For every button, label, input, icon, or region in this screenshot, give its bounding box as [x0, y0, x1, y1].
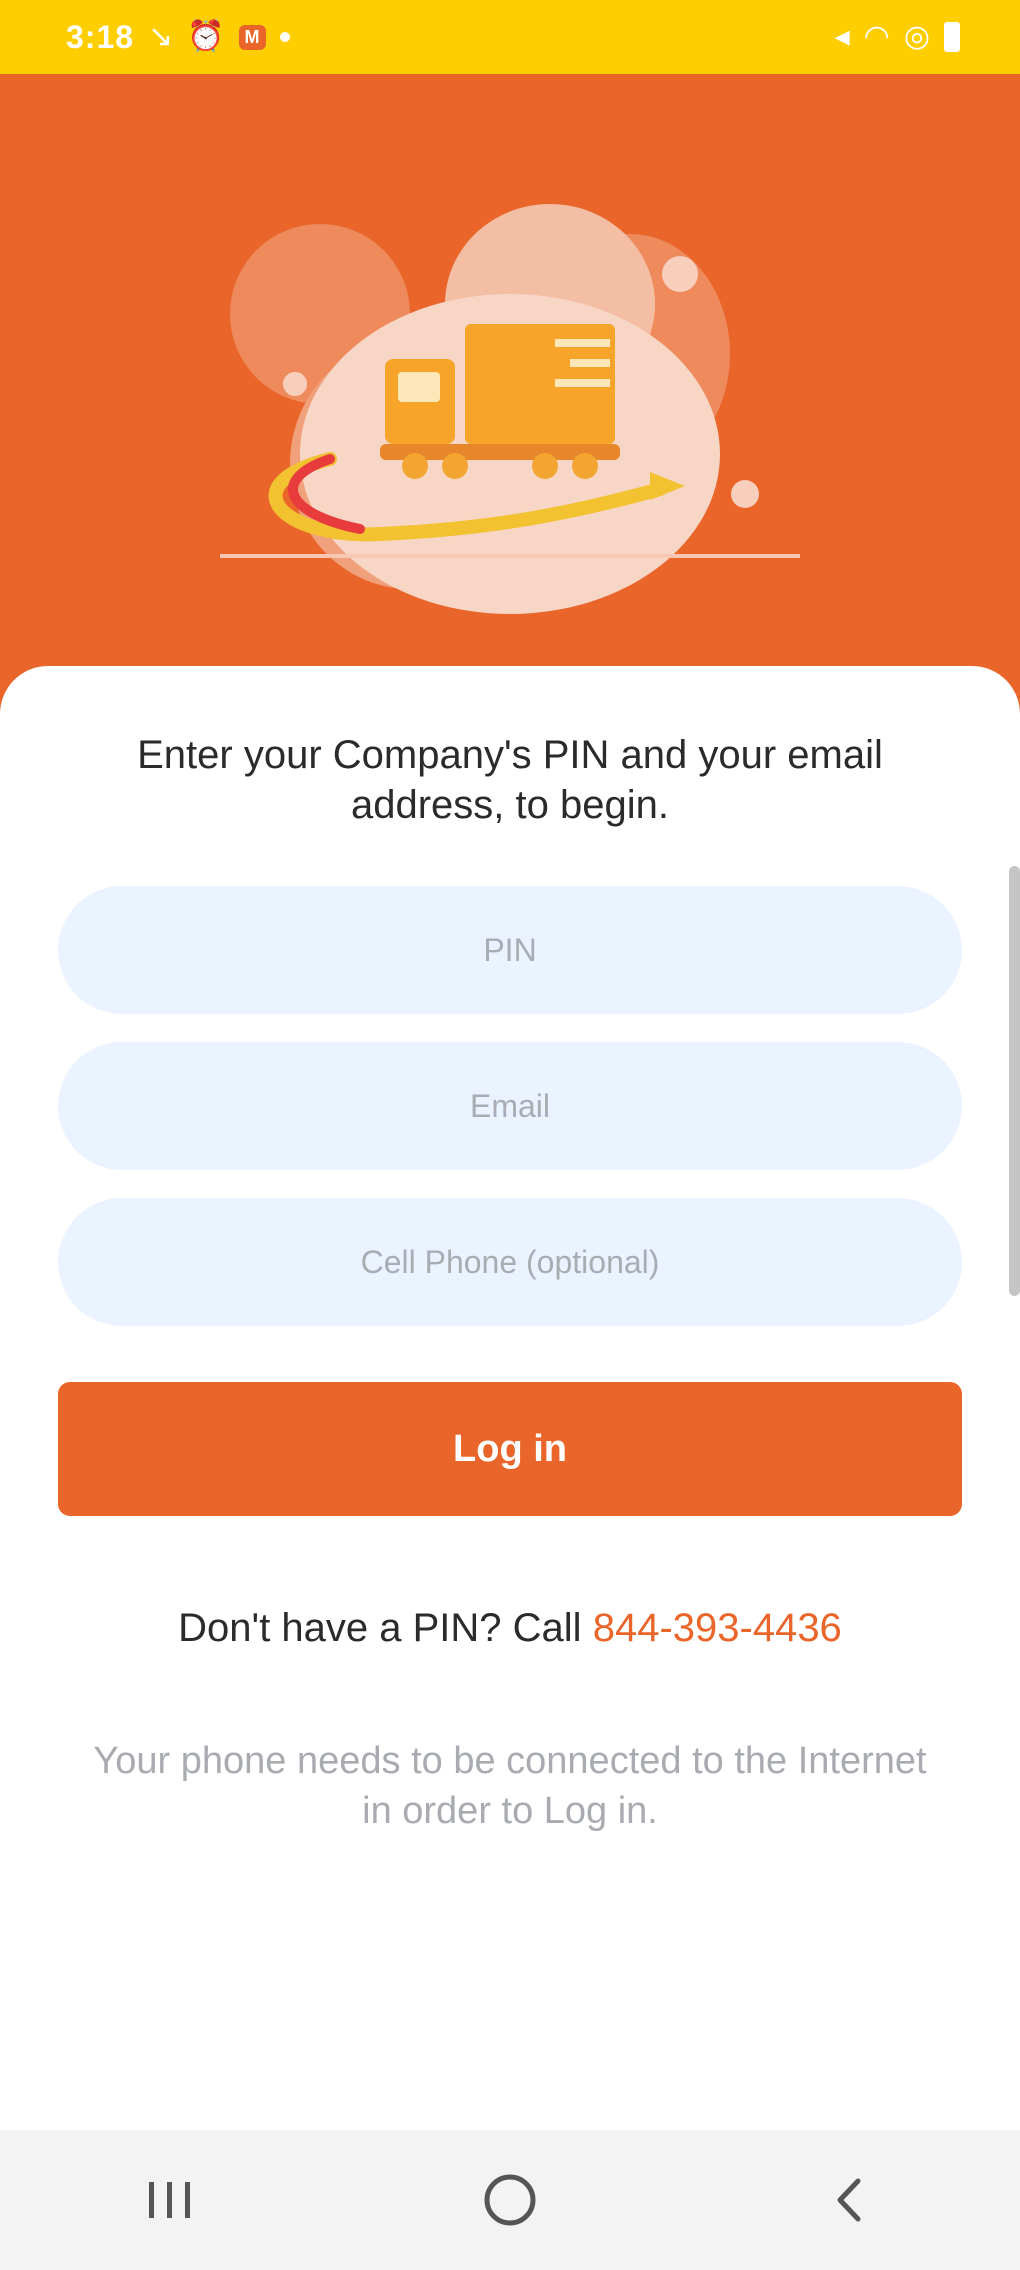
- support-phone-link[interactable]: 844-393-4436: [593, 1606, 842, 1650]
- truck-wheel-3: [532, 453, 558, 479]
- speed-line-1: [555, 339, 610, 347]
- system-nav-bar: [0, 2130, 1020, 2270]
- pin-field[interactable]: [58, 886, 962, 1014]
- alarm-icon: ⏰: [187, 20, 225, 53]
- pin-help-text: Don't have a PIN? Call 844-393-4436: [0, 1606, 1020, 1651]
- bubble-top-right: [662, 256, 698, 292]
- mute-icon: ◂: [834, 20, 850, 53]
- status-bar: 3:18 ↘ ⏰ M ◂ ◠ ◎: [0, 0, 1020, 74]
- truck-window: [398, 372, 440, 402]
- data-saver-icon: ◎: [903, 20, 930, 53]
- recent-apps-icon: [149, 2182, 190, 2218]
- speed-line-3: [555, 379, 610, 387]
- status-right: ◂ ◠ ◎: [835, 22, 960, 52]
- truck-wheel-2: [442, 453, 468, 479]
- status-left: 3:18 ↘ ⏰ M: [66, 19, 290, 56]
- truck-wheel-4: [572, 453, 598, 479]
- home-button[interactable]: [450, 2140, 570, 2260]
- delivery-truck-illustration: [220, 204, 800, 614]
- connection-note: Your phone needs to be connected to the …: [93, 1740, 927, 1832]
- cell-phone-field[interactable]: [58, 1198, 962, 1326]
- bubble-right: [731, 480, 759, 508]
- login-card: Enter your Company's PIN and your email …: [0, 666, 1020, 2130]
- battery-icon: [944, 22, 960, 52]
- home-icon: [484, 2174, 536, 2226]
- pin-help-label: Don't have a PIN? Call: [178, 1606, 582, 1650]
- login-button[interactable]: Log in: [58, 1382, 962, 1516]
- missed-call-icon: ↘: [148, 20, 174, 53]
- truck-wheel-1: [402, 453, 428, 479]
- status-time: 3:18: [66, 18, 135, 55]
- recent-apps-button[interactable]: [110, 2140, 230, 2260]
- back-icon: [837, 2178, 861, 2222]
- header-banner: [0, 74, 1020, 714]
- scrollbar[interactable]: [1009, 866, 1020, 1296]
- notification-dot-icon: [279, 32, 290, 42]
- bubble-left: [283, 372, 307, 396]
- mail-icon: M: [238, 24, 266, 50]
- login-instruction: Enter your Company's PIN and your email …: [137, 733, 883, 827]
- back-button[interactable]: [790, 2140, 910, 2260]
- email-field[interactable]: [58, 1042, 962, 1170]
- wifi-icon: ◠: [863, 20, 890, 53]
- speed-line-2: [570, 359, 610, 367]
